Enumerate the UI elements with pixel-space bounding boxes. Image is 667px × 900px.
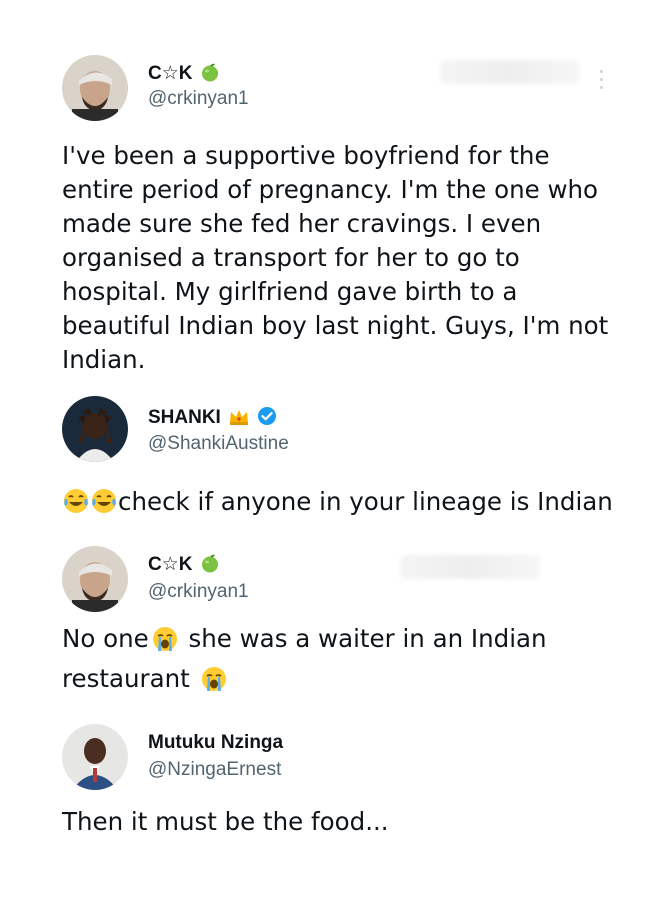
- more-options-icon[interactable]: [597, 70, 605, 92]
- display-name[interactable]: C☆K: [148, 553, 220, 579]
- display-name[interactable]: SHANKI: [148, 406, 277, 432]
- avatar[interactable]: [62, 396, 128, 462]
- crown-icon: [228, 408, 250, 432]
- tweet-text: check if anyone in your lineage is India…: [62, 485, 632, 524]
- face-with-tears-of-joy-icon: [62, 487, 90, 524]
- user-handle[interactable]: @NzingaErnest: [148, 759, 281, 781]
- loudly-crying-face-icon: [200, 665, 228, 702]
- blurred-timestamp: [440, 60, 580, 84]
- tweet-text: I've been a supportive boyfriend for the…: [62, 141, 609, 374]
- loudly-crying-face-icon: [151, 625, 179, 662]
- user-handle[interactable]: @crkinyan1: [148, 88, 249, 110]
- tweet-original: C☆K @crkinyan1 I've been a supportive bo…: [0, 0, 667, 380]
- verified-badge-icon: [257, 406, 277, 432]
- display-name[interactable]: Mutuku Nzinga: [148, 732, 283, 754]
- avatar[interactable]: [62, 546, 128, 612]
- avatar[interactable]: [62, 724, 128, 790]
- user-handle[interactable]: @ShankiAustine: [148, 433, 289, 455]
- reply-crkinyan: C☆K @crkinyan1 No one she was a waiter i…: [0, 530, 667, 700]
- tweet-text: Then it must be the food...: [62, 807, 389, 836]
- face-with-tears-of-joy-icon: [90, 487, 118, 524]
- avatar[interactable]: [62, 55, 128, 121]
- user-handle[interactable]: @crkinyan1: [148, 581, 249, 603]
- tweet-text: No one she was a waiter in an Indian res…: [62, 622, 582, 702]
- reply-shanki: SHANKI @ShankiAustine check if anyone in…: [0, 380, 667, 530]
- display-name[interactable]: C☆K: [148, 62, 220, 88]
- blurred-timestamp: [400, 555, 540, 579]
- reply-mutuku: Mutuku Nzinga @NzingaErnest Then it must…: [0, 700, 667, 900]
- green-apple-icon: [200, 553, 220, 579]
- green-apple-icon: [200, 62, 220, 88]
